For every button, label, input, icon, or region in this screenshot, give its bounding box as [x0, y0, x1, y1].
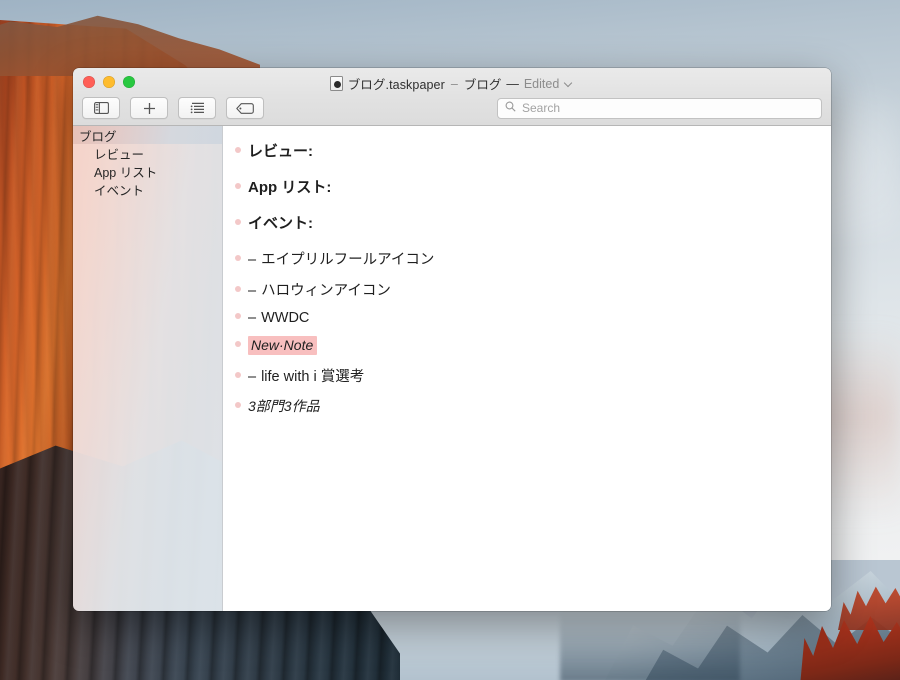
task-dash: –	[248, 283, 257, 299]
task-line[interactable]: – life with i 賞選考	[223, 365, 831, 386]
wallpaper-cliff-rim-layer	[0, 15, 260, 76]
note-text: 3部門3作品	[248, 398, 320, 414]
bullet-icon	[235, 372, 241, 378]
tag-button[interactable]	[226, 97, 264, 119]
project-line[interactable]: イベント:	[223, 212, 831, 233]
task-line[interactable]: – WWDC	[223, 310, 831, 326]
window-title-separator: –	[450, 76, 458, 91]
chevron-down-icon[interactable]	[565, 79, 574, 88]
tag-icon	[236, 102, 254, 114]
task-line[interactable]: – ハロウィンアイコン	[223, 279, 831, 300]
bullet-icon	[235, 255, 241, 261]
sidebar-item-label: イベント	[94, 183, 145, 198]
task-dash: –	[248, 310, 257, 326]
bullet-icon	[235, 286, 241, 292]
task-text: WWDC	[261, 310, 310, 326]
sidebar-item-event[interactable]: イベント	[73, 180, 222, 198]
project-title: App リスト:	[248, 179, 332, 196]
window-toolbar[interactable]: Search	[73, 92, 831, 124]
sidebar-item-label: App リスト	[94, 165, 158, 180]
sidebar-outline-list[interactable]: ブログ レビュー App リスト イベント	[73, 126, 222, 198]
list-bullet-icon	[190, 102, 205, 114]
project-line[interactable]: レビュー:	[223, 140, 831, 161]
task-dash: –	[248, 369, 257, 385]
sidebar-item-blog[interactable]: ブログ	[73, 126, 222, 144]
project-line[interactable]: App リスト:	[223, 176, 831, 197]
note-line-selected[interactable]: New·Note	[223, 336, 831, 355]
desktop-wallpaper: ブログ.taskpaper – ブログ — Edited Search ブログ …	[0, 0, 900, 680]
bullet-icon	[235, 219, 241, 225]
wallpaper-forest-layer	[560, 612, 740, 680]
task-line[interactable]: – エイプリルフールアイコン	[223, 248, 831, 269]
toggle-sidebar-button[interactable]	[82, 97, 120, 119]
search-input[interactable]: Search	[497, 97, 822, 119]
taskpaper-document-icon	[329, 76, 343, 91]
project-title: イベント:	[248, 215, 313, 232]
task-text: life with i 賞選考	[261, 369, 365, 385]
note-line[interactable]: 3部門3作品	[223, 396, 831, 416]
window-body: ブログ レビュー App リスト イベント レビュー: App リスト: イベン…	[73, 126, 831, 611]
window-title: ブログ.taskpaper – ブログ — Edited	[73, 74, 831, 93]
task-text: ハロウィンアイコン	[261, 283, 391, 299]
note-text: New·Note	[248, 336, 318, 355]
plus-icon	[143, 102, 156, 115]
bullet-icon	[235, 402, 241, 408]
window-title-document: ブログ	[463, 78, 502, 92]
wallpaper-treeline-far-layer	[838, 586, 900, 630]
window-titlebar[interactable]: ブログ.taskpaper – ブログ — Edited Search	[73, 68, 831, 126]
sidebar-item-review[interactable]: レビュー	[73, 144, 222, 162]
outline-button[interactable]	[178, 97, 216, 119]
window-title-edited-state: Edited	[523, 76, 560, 91]
window-title-dash: —	[506, 76, 519, 91]
document-editor[interactable]: レビュー: App リスト: イベント: – エイプリルフールアイコン – ハロ…	[223, 126, 831, 611]
sidebar-item-app-list[interactable]: App リスト	[73, 162, 222, 180]
bullet-icon	[235, 147, 241, 153]
search-placeholder-text: Search	[522, 101, 561, 115]
bullet-icon	[235, 183, 241, 189]
new-item-button[interactable]	[130, 97, 168, 119]
task-dash: –	[248, 252, 257, 268]
project-title: レビュー:	[248, 143, 313, 160]
bullet-icon	[235, 341, 241, 347]
sidebar-icon	[93, 102, 109, 114]
bullet-icon	[235, 313, 241, 319]
task-text: エイプリルフールアイコン	[261, 252, 435, 268]
sidebar-item-label: ブログ	[79, 129, 117, 144]
taskpaper-window[interactable]: ブログ.taskpaper – ブログ — Edited Search ブログ …	[73, 68, 831, 611]
search-icon	[505, 99, 516, 117]
sidebar[interactable]: ブログ レビュー App リスト イベント	[73, 126, 223, 611]
window-title-filename: ブログ.taskpaper	[347, 78, 445, 92]
sidebar-item-label: レビュー	[94, 147, 145, 162]
